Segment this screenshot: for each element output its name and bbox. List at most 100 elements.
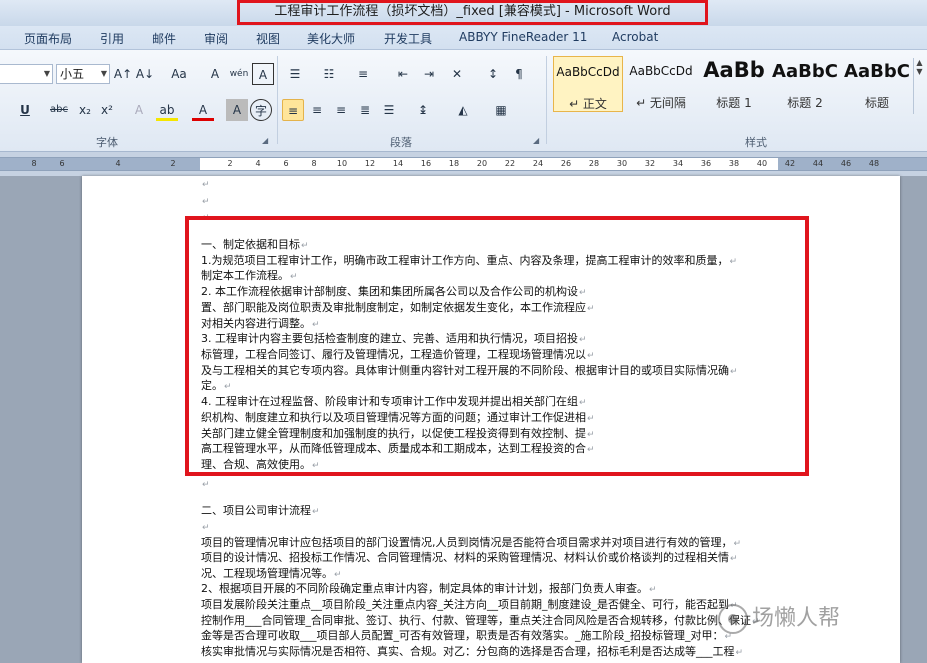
increase-indent-icon[interactable]: ⇥ xyxy=(418,63,440,85)
ruler-tick: 14 xyxy=(392,159,404,168)
style-title[interactable]: AaBbC 标题 xyxy=(842,56,912,112)
doc-line[interactable]: 金等是否合理可收取___项目部人员配置_可否有效管理，职责是否有效落实。_施工阶… xyxy=(201,628,732,645)
sort-icon[interactable]: ↕ xyxy=(482,63,504,85)
tab-abbyy[interactable]: ABBYY FineReader 11 xyxy=(459,30,587,44)
chevron-down-icon: ▼ xyxy=(43,69,50,78)
font-color-button[interactable]: A xyxy=(192,99,214,121)
grow-font-button[interactable]: A↑ xyxy=(112,63,134,85)
doc-line[interactable]: 核实审批情况与实际情况是否相符、真实、合规。对乙：分包商的选择是否合理，招标毛利… xyxy=(201,644,743,661)
style-name: ↵ 正文 xyxy=(569,97,607,111)
doc-line[interactable]: 项目的设计情况、招投标工作情况、合同管理情况、材料的采购管理情况、材料认价或价格… xyxy=(201,550,738,567)
paragraph-dialog-launcher-icon[interactable]: ◢ xyxy=(533,136,539,145)
style-preview: AaBbC xyxy=(844,61,910,82)
superscript-button[interactable]: x² xyxy=(96,99,118,121)
doc-line[interactable]: 2、根据项目开展的不同阶段确定重点审计内容，制定具体的审计计划，报部门负责人审查… xyxy=(201,581,657,598)
ruler-tick: 38 xyxy=(728,159,740,168)
font-name-dropdown[interactable]: ▼ xyxy=(0,64,53,84)
ribbon-tabs: 页面布局 引用 邮件 审阅 视图 美化大师 开发工具 ABBYY FineRea… xyxy=(0,26,927,50)
subscript-button[interactable]: x₂ xyxy=(74,99,96,121)
bullets-icon[interactable]: ☰ xyxy=(284,63,306,85)
watermark-logo-icon xyxy=(718,604,748,634)
font-size-dropdown[interactable]: 小五 ▼ xyxy=(56,64,110,84)
style-heading-2[interactable]: AaBbC 标题 2 xyxy=(770,56,840,112)
font-dialog-launcher-icon[interactable]: ◢ xyxy=(262,136,268,145)
numbering-icon[interactable]: ☷ xyxy=(318,63,340,85)
underline-button[interactable]: U xyxy=(14,99,36,121)
watermark: 场懒人帮 xyxy=(718,600,840,640)
style-name: 标题 1 xyxy=(716,96,752,110)
ruler-tick: 22 xyxy=(504,159,516,168)
group-label-paragraph: 段落 xyxy=(390,136,412,149)
ruler-tick: 30 xyxy=(616,159,628,168)
ruler-tick: 40 xyxy=(756,159,768,168)
decrease-indent-icon[interactable]: ⇤ xyxy=(392,63,414,85)
tab-page-layout[interactable]: 页面布局 xyxy=(24,30,72,47)
strikethrough-button[interactable]: abc xyxy=(46,99,72,121)
style-no-spacing[interactable]: AaBbCcDd ↵ 无间隔 xyxy=(626,56,696,112)
doc-line[interactable]: 二、项目公司审计流程↵ xyxy=(201,503,320,520)
distributed-icon[interactable]: ☰ xyxy=(378,99,400,121)
style-name: 标题 2 xyxy=(787,96,823,110)
group-divider xyxy=(277,56,278,144)
ruler-tick: 12 xyxy=(364,159,376,168)
tab-mailings[interactable]: 邮件 xyxy=(152,30,176,47)
borders-icon[interactable]: ▦ xyxy=(490,99,512,121)
show-marks-icon[interactable]: ¶ xyxy=(508,63,530,85)
clear-format-button[interactable]: A xyxy=(204,63,226,85)
empty-paragraph-mark: ↵ xyxy=(202,523,210,533)
styles-scroll-icon[interactable]: ▲ ▼ xyxy=(913,58,925,114)
ruler-tick: 6 xyxy=(283,159,289,168)
ruler-tick: 24 xyxy=(532,159,544,168)
highlight-button[interactable]: ab xyxy=(156,99,178,121)
watermark-text: 场懒人帮 xyxy=(752,606,841,631)
ruler-tick: 36 xyxy=(700,159,712,168)
chinese-layout-icon[interactable]: ✕ xyxy=(446,63,468,85)
ruler-tick: 2 xyxy=(227,159,233,168)
tab-beautify[interactable]: 美化大师 xyxy=(307,30,355,47)
text-effect-button[interactable]: A xyxy=(128,99,150,121)
title-highlight-box xyxy=(237,0,708,25)
ruler-tick: 8 xyxy=(31,159,37,168)
style-name: ↵ 无间隔 xyxy=(636,96,686,110)
char-shading-button[interactable]: A xyxy=(226,99,248,121)
ruler-right-margin xyxy=(778,158,927,170)
char-border-button[interactable]: A xyxy=(252,63,274,85)
align-left-icon[interactable]: ≡ xyxy=(282,99,304,121)
horizontal-ruler[interactable]: 8 6 4 2 2 4 6 8 10 12 14 16 18 20 22 24 … xyxy=(0,152,927,176)
shading-bucket-icon[interactable]: ◭ xyxy=(452,99,474,121)
align-center-icon[interactable]: ≡ xyxy=(306,99,328,121)
change-case-button[interactable]: Aa xyxy=(166,63,192,85)
style-preview: AaBbCcDd xyxy=(629,64,693,78)
ruler-tick: 26 xyxy=(560,159,572,168)
group-label-styles: 样式 xyxy=(745,136,767,149)
enclose-char-button[interactable]: 字 xyxy=(250,99,272,121)
line-spacing-icon[interactable]: ↨ xyxy=(412,99,434,121)
doc-line[interactable]: 项目发展阶段关注重点__项目阶段_关注重点内容_关注方向__项目前期_制度建设_… xyxy=(201,597,738,614)
ruler-tick: 18 xyxy=(448,159,460,168)
shrink-font-button[interactable]: A↓ xyxy=(134,63,156,85)
style-name: 标题 xyxy=(864,96,889,110)
style-preview: AaBb xyxy=(703,58,765,82)
ruler-tick: 20 xyxy=(476,159,488,168)
ruler-strip: 8 6 4 2 2 4 6 8 10 12 14 16 18 20 22 24 … xyxy=(0,157,927,171)
tab-review[interactable]: 审阅 xyxy=(204,30,228,47)
font-size-value: 小五 xyxy=(60,67,85,81)
tab-references[interactable]: 引用 xyxy=(100,30,124,47)
style-heading-1[interactable]: AaBb 标题 1 xyxy=(699,56,769,112)
tab-acrobat[interactable]: Acrobat xyxy=(612,30,658,44)
phonetic-guide-button[interactable]: wén xyxy=(228,63,250,85)
style-normal[interactable]: AaBbCcDd ↵ 正文 xyxy=(553,56,623,112)
tab-view[interactable]: 视图 xyxy=(256,30,280,47)
align-right-icon[interactable]: ≡ xyxy=(330,99,352,121)
ruler-tick: 34 xyxy=(672,159,684,168)
document-page[interactable]: ↵ ↵ ↵ 一、制定依据和目标↵ 1.为规范项目工程审计工作，明确市政工程审计工… xyxy=(82,176,900,663)
justify-icon[interactable]: ≣ xyxy=(354,99,376,121)
style-preview: AaBbCcDd xyxy=(556,65,620,79)
ribbon: ▼ 小五 ▼ A↑ A↓ Aa A wén A U abc x₂ x² A ab… xyxy=(0,50,927,152)
style-preview: AaBbC xyxy=(772,61,838,82)
multilevel-list-icon[interactable]: ≡ xyxy=(352,63,374,85)
tab-developer[interactable]: 开发工具 xyxy=(384,30,432,47)
ruler-tick: 6 xyxy=(59,159,65,168)
ruler-tick: 4 xyxy=(255,159,261,168)
ruler-tick: 28 xyxy=(588,159,600,168)
